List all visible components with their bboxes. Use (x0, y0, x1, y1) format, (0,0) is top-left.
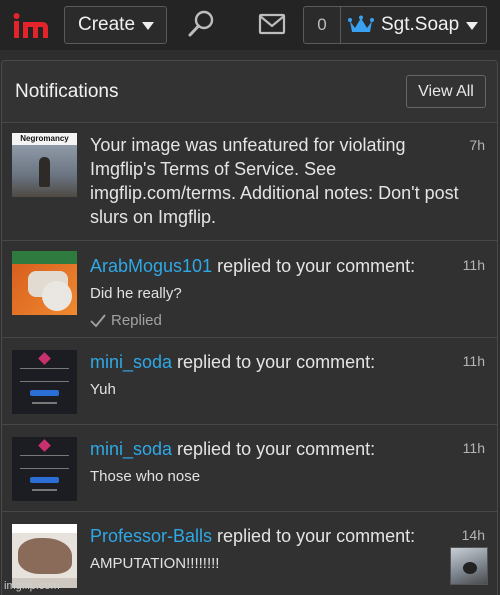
username-link[interactable]: mini_soda (90, 352, 172, 372)
create-button-label: Create (78, 14, 136, 35)
notification-text: mini_soda replied to your comment: (90, 350, 375, 374)
notification-count[interactable]: 0 (303, 6, 341, 44)
notification-item[interactable]: Professor-Balls replied to your comment:… (2, 512, 497, 595)
watermark: imgflip.com (4, 580, 60, 592)
top-bar: Create 0 Sgt.Soap (0, 0, 500, 50)
notification-item[interactable]: mini_soda replied to your comment: 11h T… (2, 425, 497, 512)
notification-action: replied to your comment: (212, 526, 416, 546)
notification-text: Professor-Balls replied to your comment: (90, 524, 415, 548)
notifications-panel: Notifications View All Negromancy Your i… (1, 60, 498, 595)
notification-text: mini_soda replied to your comment: (90, 437, 375, 461)
crown-icon (348, 15, 374, 32)
notification-text: ArabMogus101 replied to your comment: (90, 254, 415, 278)
view-all-button[interactable]: View All (406, 75, 486, 108)
notification-action: replied to your comment: (172, 439, 376, 459)
comment-text: AMPUTATION!!!!!!!! (90, 555, 220, 572)
notification-time: 14h (461, 527, 485, 543)
notification-image-thumbnail[interactable] (450, 547, 488, 585)
notification-item[interactable]: mini_soda replied to your comment: 11h Y… (2, 338, 497, 425)
notification-thumbnail (12, 437, 77, 501)
panel-header: Notifications View All (2, 61, 497, 123)
notification-time: 11h (462, 353, 485, 369)
chevron-down-icon (142, 22, 155, 30)
notification-time: 11h (462, 440, 485, 456)
notification-thumbnail (12, 350, 77, 414)
notification-time: 7h (469, 137, 485, 153)
notification-thumbnail: Negromancy (12, 133, 77, 197)
username-label: Sgt.Soap (381, 14, 460, 35)
mail-icon[interactable] (258, 13, 286, 35)
notification-action: replied to your comment: (172, 352, 376, 372)
thumbnail-caption: Negromancy (12, 133, 77, 145)
username-link[interactable]: mini_soda (90, 439, 172, 459)
checkmark-icon (90, 313, 106, 327)
notification-time: 11h (462, 257, 485, 273)
username-link[interactable]: ArabMogus101 (90, 256, 212, 276)
notification-thumbnail (12, 251, 77, 315)
panel-title: Notifications (15, 81, 119, 102)
notification-action: replied to your comment: (212, 256, 416, 276)
username-link[interactable]: Professor-Balls (90, 526, 212, 546)
imgflip-logo[interactable] (12, 12, 52, 40)
search-icon[interactable] (186, 9, 216, 39)
replied-label: Replied (111, 312, 162, 329)
notification-item[interactable]: ArabMogus101 replied to your comment: 11… (2, 241, 497, 338)
chevron-down-icon (466, 22, 479, 30)
notification-thumbnail (12, 524, 77, 588)
comment-text: Those who nose (90, 468, 201, 485)
user-menu-button[interactable]: Sgt.Soap (340, 6, 487, 44)
comment-text: Did he really? (90, 285, 182, 302)
notification-item[interactable]: Negromancy Your image was unfeatured for… (2, 123, 497, 241)
replied-status: Replied (90, 312, 162, 329)
create-button[interactable]: Create (64, 6, 167, 44)
notification-text: Your image was unfeatured for violating … (90, 135, 459, 227)
comment-text: Yuh (90, 381, 116, 398)
